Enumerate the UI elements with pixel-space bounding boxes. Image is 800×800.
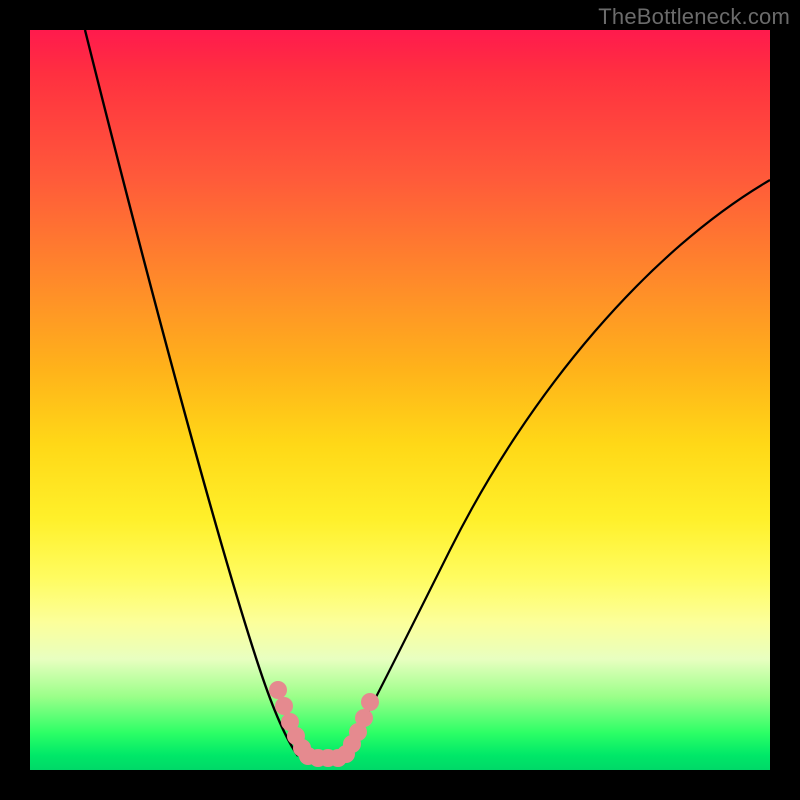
curve-left-branch [85, 30, 298, 756]
marker-dot [275, 697, 293, 715]
curve-layer [30, 30, 770, 770]
watermark-text: TheBottleneck.com [598, 4, 790, 30]
curve-right-branch [344, 180, 770, 756]
chart-frame: TheBottleneck.com [0, 0, 800, 800]
marker-dot [361, 693, 379, 711]
marker-cluster [269, 681, 379, 767]
marker-dot [355, 709, 373, 727]
marker-dot [269, 681, 287, 699]
plot-area [30, 30, 770, 770]
